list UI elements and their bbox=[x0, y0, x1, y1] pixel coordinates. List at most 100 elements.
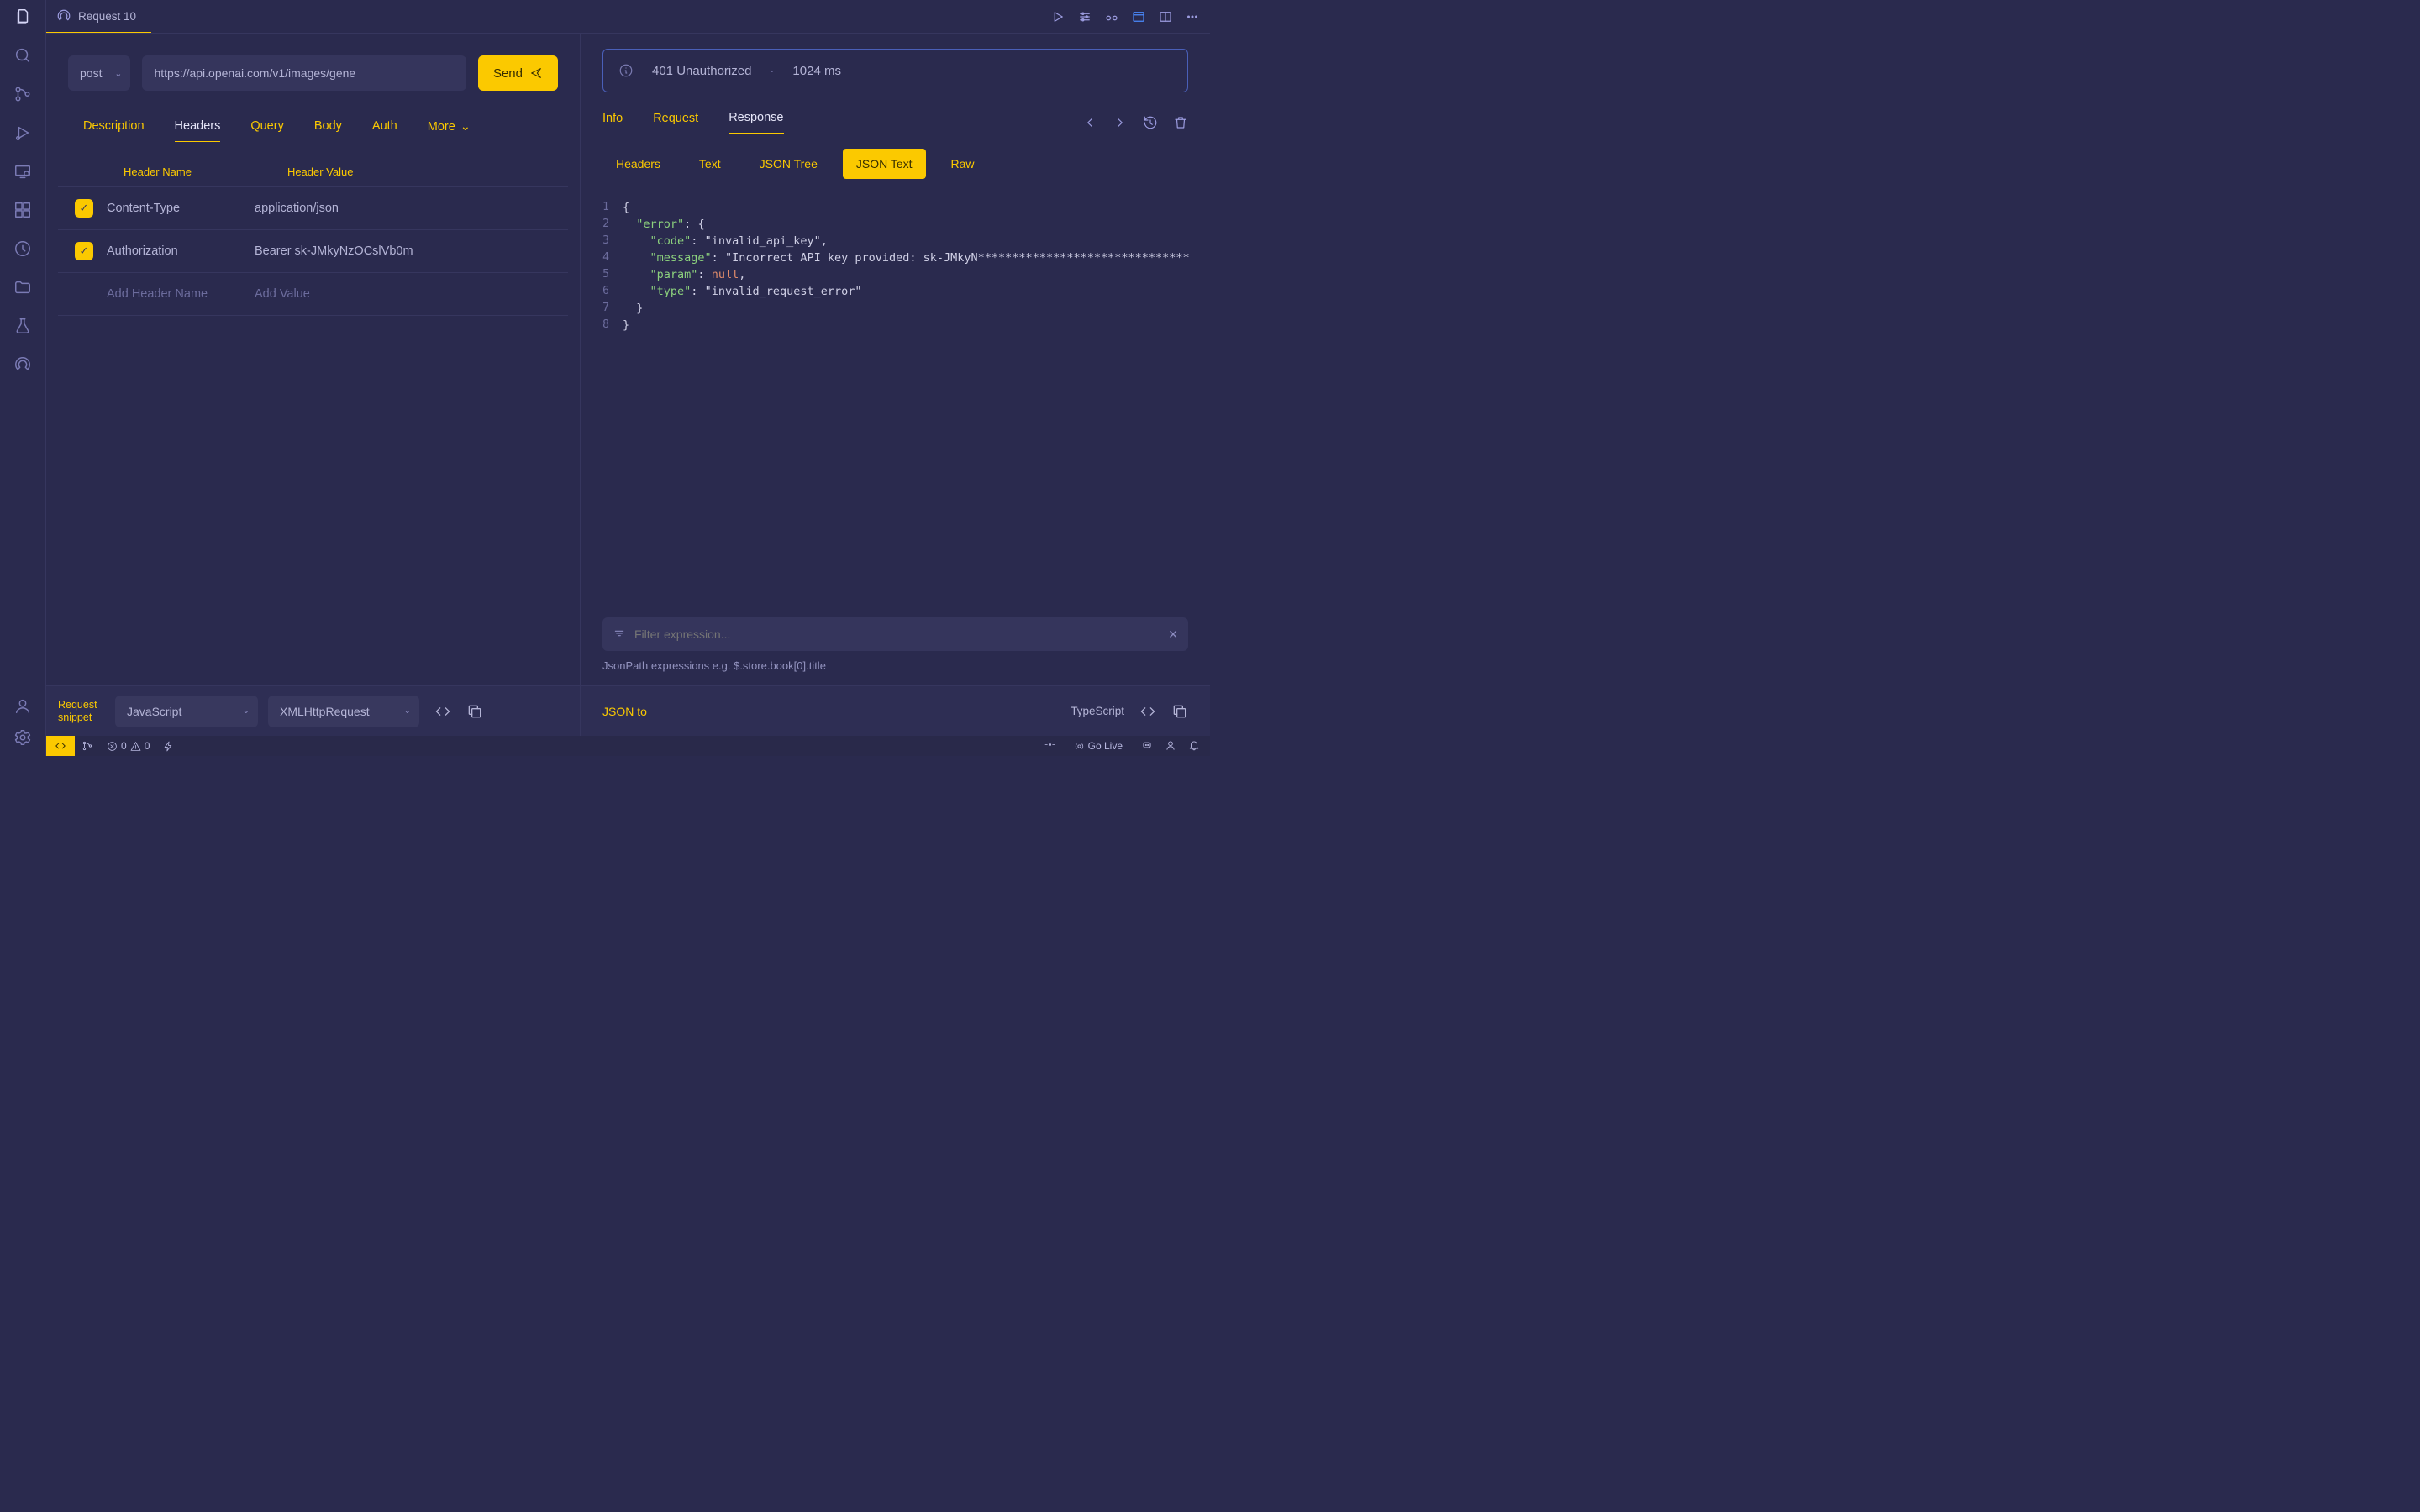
port-icon[interactable] bbox=[1044, 739, 1055, 753]
url-input[interactable] bbox=[142, 55, 466, 91]
response-main-tabs: Info Request Response bbox=[581, 101, 1210, 134]
jsonpath-hint: JsonPath expressions e.g. $.store.book[0… bbox=[581, 651, 1210, 685]
jsonto-label: JSON to bbox=[602, 705, 647, 718]
snippet-client-value: XMLHttpRequest bbox=[280, 705, 370, 718]
send-button-label: Send bbox=[493, 66, 523, 81]
warning-count: 0 bbox=[145, 740, 150, 752]
lightning-icon[interactable] bbox=[156, 736, 181, 756]
tab-auth[interactable]: Auth bbox=[372, 119, 397, 142]
folder-icon[interactable] bbox=[13, 277, 33, 297]
code-icon[interactable] bbox=[434, 703, 451, 720]
settings-sliders-icon[interactable] bbox=[1077, 9, 1092, 24]
editor-tabbar: Request 10 bbox=[46, 0, 1210, 34]
jsonto-lang[interactable]: TypeScript bbox=[1071, 705, 1124, 717]
flask-icon[interactable] bbox=[13, 316, 33, 336]
tab-body[interactable]: Body bbox=[314, 119, 342, 142]
scm-branch-icon[interactable] bbox=[75, 736, 100, 756]
filter-expression-input[interactable]: ✕ bbox=[602, 617, 1188, 651]
vtab-jsontext[interactable]: JSON Text bbox=[843, 149, 926, 179]
vtab-jsontree[interactable]: JSON Tree bbox=[746, 149, 831, 179]
window-icon[interactable] bbox=[1131, 9, 1146, 24]
settings-gear-icon[interactable] bbox=[13, 727, 33, 748]
resp-tab-response[interactable]: Response bbox=[729, 111, 783, 134]
copilot-icon[interactable] bbox=[1141, 739, 1153, 753]
vtab-text[interactable]: Text bbox=[686, 149, 734, 179]
golive-button[interactable]: Go Live bbox=[1067, 740, 1129, 752]
extensions-icon[interactable] bbox=[13, 200, 33, 220]
trash-icon[interactable] bbox=[1173, 115, 1188, 130]
separator-dot: · bbox=[770, 64, 774, 78]
snippet-client-select[interactable]: XMLHttpRequest ⌄ bbox=[268, 696, 419, 727]
header-toggle-checkbox[interactable]: ✓ bbox=[75, 199, 93, 218]
response-status-card: 401 Unauthorized · 1024 ms bbox=[602, 49, 1188, 92]
problems-indicator[interactable]: 0 0 bbox=[100, 736, 156, 756]
copy-icon[interactable] bbox=[466, 703, 483, 720]
snippet-lang-value: JavaScript bbox=[127, 705, 182, 718]
request-snippet-bar: Request snippet JavaScript ⌄ XMLHttpRequ… bbox=[46, 685, 580, 736]
header-row: ✓ Authorization Bearer sk-JMkyNzOCslVb0m bbox=[58, 229, 568, 272]
error-count: 0 bbox=[121, 740, 127, 752]
vtab-raw[interactable]: Raw bbox=[938, 149, 988, 179]
http-method-select[interactable]: post ⌄ bbox=[68, 55, 130, 91]
header-name[interactable]: Authorization bbox=[107, 244, 241, 258]
column-header-value: Header Value bbox=[287, 165, 354, 178]
remote-indicator[interactable] bbox=[46, 736, 75, 756]
run-debug-icon[interactable] bbox=[13, 123, 33, 143]
tab-more[interactable]: More ⌄ bbox=[428, 119, 471, 142]
rapidapi-icon[interactable] bbox=[13, 354, 33, 375]
http-method-value: post bbox=[80, 66, 102, 80]
search-icon[interactable] bbox=[13, 45, 33, 66]
tab-more-label: More bbox=[428, 120, 455, 134]
code-content: { "error": { "code": "invalid_api_key", … bbox=[616, 194, 1210, 612]
vtab-headers[interactable]: Headers bbox=[602, 149, 674, 179]
header-row: ✓ Content-Type application/json bbox=[58, 186, 568, 229]
header-value[interactable]: application/json bbox=[255, 202, 560, 215]
response-view-tabs: Headers Text JSON Tree JSON Text Raw bbox=[581, 134, 1210, 194]
filter-field[interactable] bbox=[634, 627, 1160, 641]
request-tabs: Description Headers Query Body Auth More… bbox=[46, 97, 580, 142]
response-time-text: 1024 ms bbox=[792, 64, 841, 78]
snippet-lang-select[interactable]: JavaScript ⌄ bbox=[115, 696, 258, 727]
tab-description[interactable]: Description bbox=[83, 119, 145, 142]
chevron-down-icon: ⌄ bbox=[243, 706, 250, 716]
filter-icon bbox=[613, 627, 626, 643]
header-name[interactable]: Content-Type bbox=[107, 202, 241, 215]
header-toggle-checkbox[interactable]: ✓ bbox=[75, 242, 93, 260]
prev-icon[interactable] bbox=[1082, 115, 1097, 130]
chevron-down-icon: ⌄ bbox=[460, 120, 471, 134]
editor-tab[interactable]: Request 10 bbox=[46, 0, 151, 33]
header-toggle-placeholder bbox=[75, 285, 93, 303]
split-editor-icon[interactable] bbox=[1158, 9, 1173, 24]
add-header-value-input[interactable]: Add Value bbox=[255, 287, 560, 301]
timeline-icon[interactable] bbox=[13, 239, 33, 259]
run-icon[interactable] bbox=[1050, 9, 1065, 24]
response-status-text: 401 Unauthorized bbox=[652, 64, 751, 78]
info-icon bbox=[618, 63, 634, 78]
tab-headers[interactable]: Headers bbox=[175, 119, 221, 142]
golive-label: Go Live bbox=[1088, 740, 1123, 752]
header-value[interactable]: Bearer sk-JMkyNzOCslVb0m bbox=[255, 244, 560, 258]
next-icon[interactable] bbox=[1113, 115, 1128, 130]
account-icon[interactable] bbox=[13, 696, 33, 716]
close-icon[interactable]: ✕ bbox=[1168, 627, 1178, 642]
bell-icon[interactable] bbox=[1188, 739, 1200, 753]
resp-tab-request[interactable]: Request bbox=[653, 112, 698, 134]
glasses-icon[interactable] bbox=[1104, 9, 1119, 24]
remote-explorer-icon[interactable] bbox=[13, 161, 33, 181]
column-header-name: Header Name bbox=[124, 165, 192, 178]
resp-tab-info[interactable]: Info bbox=[602, 112, 623, 134]
code-icon[interactable] bbox=[1139, 703, 1156, 720]
add-header-name-input[interactable]: Add Header Name bbox=[107, 287, 241, 301]
editor-tab-actions bbox=[1050, 0, 1210, 33]
tab-query[interactable]: Query bbox=[250, 119, 284, 142]
send-button[interactable]: Send bbox=[478, 55, 558, 91]
feedback-icon[interactable] bbox=[1165, 739, 1176, 753]
response-body-code[interactable]: 12345678 { "error": { "code": "invalid_a… bbox=[581, 194, 1210, 617]
line-gutter: 12345678 bbox=[581, 194, 616, 612]
response-pane: 401 Unauthorized · 1024 ms Info Request … bbox=[581, 34, 1210, 736]
explorer-icon[interactable] bbox=[13, 7, 33, 27]
more-icon[interactable] bbox=[1185, 9, 1200, 24]
copy-icon[interactable] bbox=[1171, 703, 1188, 720]
source-control-icon[interactable] bbox=[13, 84, 33, 104]
history-icon[interactable] bbox=[1143, 115, 1158, 130]
